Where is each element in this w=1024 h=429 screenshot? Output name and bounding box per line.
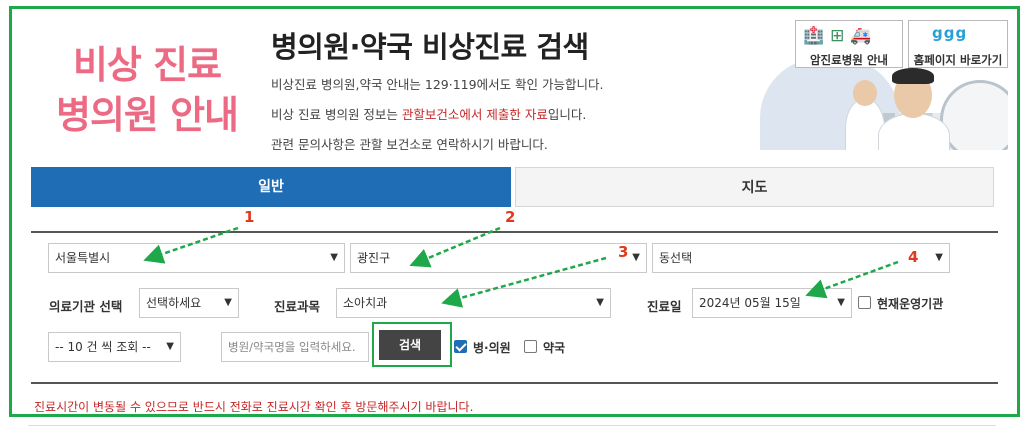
arrow-1 (143, 226, 239, 264)
arrow-4 (805, 260, 899, 299)
annotation-number-3: 3 (618, 243, 629, 261)
visit-notice: 진료시간이 변동될 수 있으므로 반드시 전화로 진료시간 확인 후 방문해주시… (34, 400, 474, 414)
annotation-number-2: 2 (505, 208, 516, 226)
arrow-3 (441, 256, 607, 308)
annotation-number-4: 4 (908, 248, 919, 266)
arrow-2 (409, 226, 501, 268)
annotation-number-1: 1 (244, 208, 255, 226)
